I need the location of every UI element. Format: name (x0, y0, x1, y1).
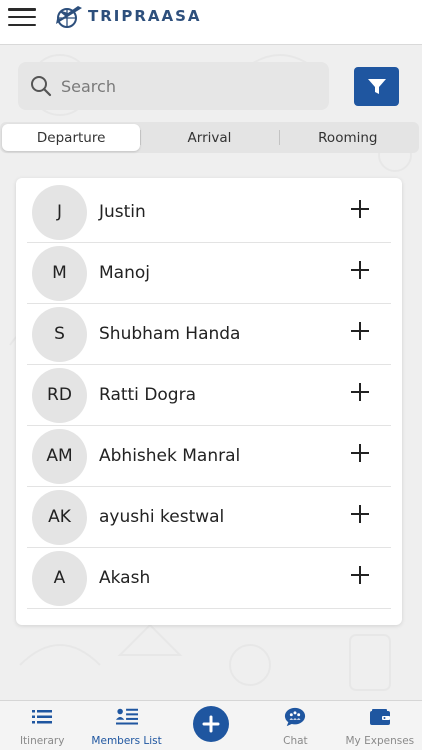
search-bar[interactable] (18, 62, 329, 110)
nav-label: Members List (91, 735, 162, 747)
airplane-globe-logo-icon (56, 6, 82, 28)
member-row[interactable]: J Justin (27, 182, 391, 243)
wallet-icon (369, 707, 391, 727)
brand-logo: TRIPRAASA (54, 3, 202, 29)
add-member-icon[interactable] (349, 564, 371, 586)
add-member-icon[interactable] (349, 259, 371, 281)
search-input[interactable] (61, 76, 311, 96)
tab-rooming[interactable]: Rooming (278, 124, 417, 151)
member-avatar: RD (32, 367, 87, 423)
member-row[interactable]: RD Ratti Dogra (27, 365, 391, 426)
tab-arrival[interactable]: Arrival (140, 124, 278, 151)
member-name: Manoj (99, 263, 150, 283)
search-icon (31, 76, 52, 97)
member-name: Shubham Handa (99, 324, 241, 344)
nav-members-list[interactable]: Members List (84, 701, 168, 750)
member-row[interactable]: S Shubham Handa (27, 304, 391, 365)
nav-itinerary[interactable]: Itinerary (0, 701, 84, 750)
nav-my-expenses[interactable]: My Expenses (338, 701, 422, 750)
nav-label: Chat (283, 735, 308, 747)
member-avatar: J (32, 184, 87, 240)
member-row[interactable]: A Akash (27, 548, 391, 609)
tab-departure[interactable]: Departure (2, 124, 141, 151)
nav-label: Itinerary (19, 735, 65, 747)
list-icon (31, 707, 53, 727)
member-name: Akash (99, 568, 151, 588)
nav-label: My Expenses (345, 735, 415, 747)
member-avatar: A (32, 550, 87, 606)
hamburger-menu-icon[interactable] (8, 8, 36, 26)
add-member-icon[interactable] (349, 442, 371, 464)
add-member-icon[interactable] (349, 320, 371, 342)
add-member-icon[interactable] (349, 503, 371, 525)
segment-tabs: Departure Arrival Rooming (0, 122, 419, 153)
filter-icon (367, 78, 386, 94)
app-header: TRIPRAASA (0, 0, 422, 45)
member-row[interactable]: M Manoj (27, 243, 391, 304)
add-member-icon[interactable] (349, 198, 371, 220)
nav-chat[interactable]: Chat (253, 701, 337, 750)
member-name: ayushi kestwal (99, 507, 225, 527)
member-avatar: S (32, 306, 87, 362)
members-list-card: J Justin M Manoj S Shubham Handa RD Ratt… (16, 178, 402, 625)
member-name: Justin (99, 202, 146, 222)
bottom-navigation: Itinerary Members List Chat My Expenses (0, 700, 422, 750)
members-list-icon (115, 707, 138, 727)
member-avatar: M (32, 245, 87, 301)
member-avatar: AK (32, 489, 87, 545)
member-name: Abhishek Manral (99, 446, 241, 466)
nav-add[interactable] (169, 701, 253, 750)
member-name: Ratti Dogra (99, 385, 197, 405)
member-row[interactable]: AM Abhishek Manral (27, 426, 391, 487)
brand-name: TRIPRAASA (88, 7, 202, 25)
member-avatar: AM (32, 428, 87, 484)
filter-button[interactable] (354, 67, 399, 106)
chat-icon (284, 707, 306, 727)
add-member-icon[interactable] (349, 381, 371, 403)
add-icon[interactable] (193, 706, 230, 742)
member-row[interactable]: AK ayushi kestwal (27, 487, 391, 548)
